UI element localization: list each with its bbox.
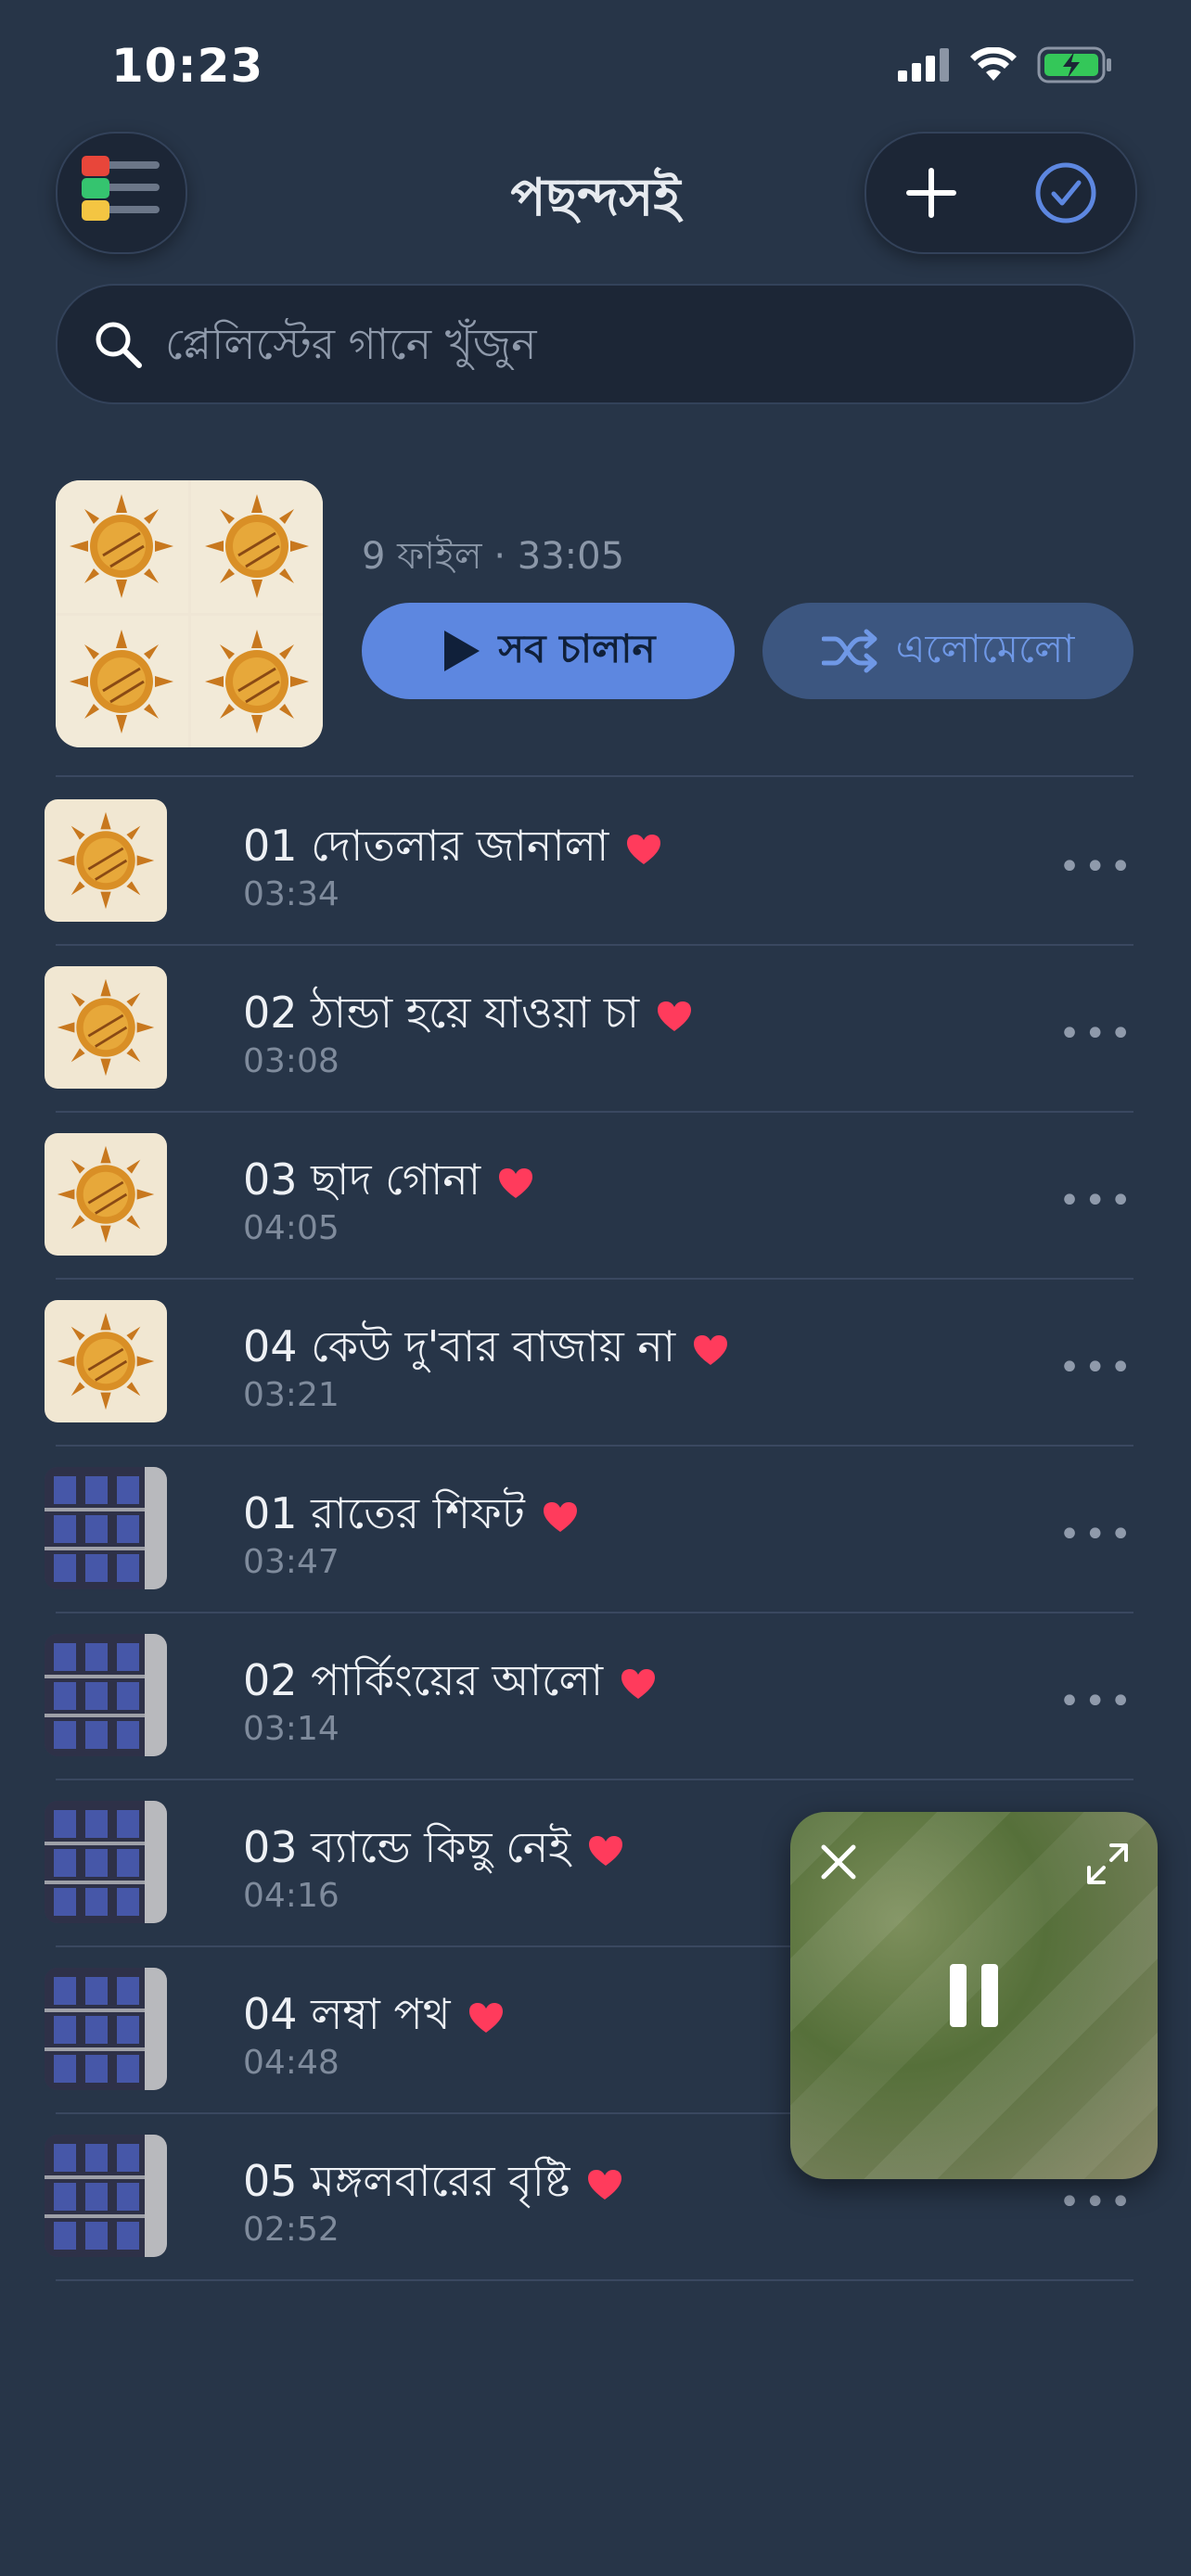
song-duration: 03:14 [243,1710,339,1748]
song-title: 05 মঙ্গলবারের বৃষ্টি [243,2156,570,2206]
more-icon[interactable]: ••• [1058,1680,1135,1723]
heart-icon[interactable] [587,1834,624,1868]
song-duration: 04:48 [243,2044,339,2082]
song-artwork [45,1801,167,1923]
heart-icon[interactable] [542,1500,579,1534]
song-duration: 04:05 [243,1209,339,1247]
song-artwork [45,2135,167,2257]
more-icon[interactable]: ••• [1058,846,1135,888]
search-bar[interactable] [56,284,1135,404]
song-artwork [45,1300,167,1422]
search-input[interactable] [163,318,1095,370]
song-row[interactable]: 03 ছাদ গোনা 04:05 ••• [0,1113,1191,1280]
more-icon[interactable]: ••• [1058,1180,1135,1222]
sun-art-icon [204,629,309,733]
sun-art-icon [70,494,174,599]
more-icon[interactable]: ••• [1058,2181,1135,2224]
check-circle-icon[interactable] [1033,160,1098,225]
song-title: 04 লম্বা পথ [243,1989,451,2039]
search-icon [96,322,142,368]
shuffle-label: এলোমেলো [895,625,1075,671]
shuffle-icon [821,629,877,673]
mini-player[interactable] [790,1812,1158,2179]
heart-icon[interactable] [625,833,662,866]
song-artwork [45,1968,167,2090]
song-artwork [45,966,167,1089]
heart-icon[interactable] [586,2168,623,2201]
divider [56,2279,1133,2281]
song-duration: 03:08 [243,1042,339,1080]
shuffle-button[interactable]: এলোমেলো [762,603,1133,699]
song-title-row: 02 পার্কিংয়ের আলো [243,1649,657,1719]
playlist-cover [56,480,323,747]
song-duration: 04:16 [243,1877,339,1915]
song-row[interactable]: 04 কেউ দু'বার বাজায় না 03:21 ••• [0,1280,1191,1447]
wifi-icon [970,47,1017,81]
playlist-meta: 9 ফাইল · 33:05 [362,535,625,578]
song-title-row: 01 রাতের শিফট [243,1482,579,1552]
play-all-label: সব চালান [498,625,656,671]
header-actions [864,132,1137,254]
song-artwork [45,1133,167,1256]
song-title-row: 02 ঠান্ডা হয়ে যাওয়া চা [243,981,693,1052]
song-title: 03 ছাদ গোনা [243,1154,481,1205]
signal-icon [898,48,949,82]
song-duration: 03:34 [243,875,339,913]
expand-icon[interactable] [1085,1842,1130,1886]
song-row[interactable]: 02 পার্কিংয়ের আলো 03:14 ••• [0,1613,1191,1780]
status-time: 10:23 [111,39,264,93]
heart-icon[interactable] [692,1333,729,1367]
sun-art-icon [70,629,174,733]
plus-icon[interactable] [903,165,959,221]
heart-icon[interactable] [497,1167,534,1200]
song-artwork [45,799,167,922]
song-title: 02 ঠান্ডা হয়ে যাওয়া চা [243,988,640,1038]
more-icon[interactable]: ••• [1058,1513,1135,1556]
sun-art-icon [204,494,309,599]
song-duration: 02:52 [243,2211,339,2249]
song-title: 04 কেউ দু'বার বাজায় না [243,1321,676,1371]
status-icons [898,46,1113,83]
song-title-row: 04 লম্বা পথ [243,1983,505,2053]
divider [56,775,1133,777]
song-row[interactable]: 02 ঠান্ডা হয়ে যাওয়া চা 03:08 ••• [0,946,1191,1113]
close-icon[interactable] [818,1842,859,1882]
song-title: 03 ব্যান্ডে কিছু নেই [243,1822,571,1872]
more-icon[interactable]: ••• [1058,1013,1135,1055]
play-icon [444,631,480,671]
heart-icon[interactable] [656,1000,693,1033]
more-icon[interactable]: ••• [1058,1346,1135,1389]
song-artwork [45,1634,167,1756]
song-duration: 03:47 [243,1543,339,1581]
song-title: 01 দোতলার জানালা [243,821,609,871]
song-title-row: 01 দোতলার জানালা [243,814,662,885]
song-title-row: 03 ব্যান্ডে কিছু নেই [243,1816,624,1886]
song-row[interactable]: 01 দোতলার জানালা 03:34 ••• [0,779,1191,946]
song-duration: 03:21 [243,1376,339,1414]
battery-icon [1037,46,1111,83]
song-title-row: 05 মঙ্গলবারের বৃষ্টি [243,2149,623,2220]
pause-icon[interactable] [946,1962,1002,2029]
song-title-row: 04 কেউ দু'বার বাজায় না [243,1315,729,1385]
song-row[interactable]: 01 রাতের শিফট 03:47 ••• [0,1447,1191,1613]
heart-icon[interactable] [620,1667,657,1701]
song-artwork [45,1467,167,1589]
play-all-button[interactable]: সব চালান [362,603,735,699]
song-title-row: 03 ছাদ গোনা [243,1148,534,1218]
song-title: 02 পার্কিংয়ের আলো [243,1655,604,1705]
song-title: 01 রাতের শিফট [243,1488,525,1538]
heart-icon[interactable] [467,2001,505,2034]
